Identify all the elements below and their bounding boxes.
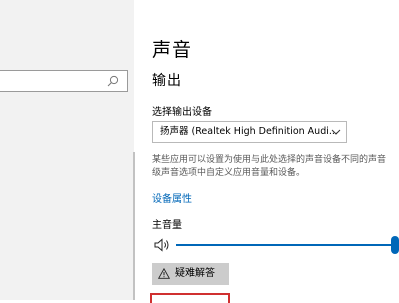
volume-slider-thumb[interactable] — [391, 236, 399, 254]
app-device-description: 某些应用可以设置为使用与此处选择的声音设备不同的声音 级声音选项中自定义应用音量… — [152, 154, 399, 180]
master-volume-slider[interactable] — [176, 233, 399, 257]
warning-icon — [158, 267, 170, 279]
output-device-label: 选择输出设备 — [152, 107, 212, 118]
troubleshoot-button[interactable]: 疑难解答 — [152, 263, 229, 285]
device-properties-link[interactable]: 设备属性 — [152, 190, 192, 205]
output-section-title: 输出 — [152, 73, 182, 89]
chevron-down-icon — [331, 129, 341, 135]
volume-slider-track — [176, 244, 399, 246]
nav-scrollbar[interactable] — [133, 152, 135, 300]
master-volume-label: 主音量 — [152, 220, 182, 231]
highlighted-element[interactable] — [150, 293, 230, 303]
page-title: 声音 — [152, 39, 193, 61]
output-device-value: 扬声器 (Realtek High Definition Audi... — [160, 126, 338, 137]
description-line-1: 某些应用可以设置为使用与此处选择的声音设备不同的声音 — [152, 155, 387, 165]
output-device-select[interactable]: 扬声器 (Realtek High Definition Audi... — [152, 121, 347, 143]
search-input[interactable] — [0, 70, 128, 92]
search-icon — [107, 75, 119, 87]
troubleshoot-label: 疑难解答 — [175, 268, 215, 279]
description-line-2: 级声音选项中自定义应用音量和设备。 — [152, 168, 306, 178]
speaker-icon[interactable] — [154, 238, 170, 252]
navigation-pane — [0, 0, 134, 300]
